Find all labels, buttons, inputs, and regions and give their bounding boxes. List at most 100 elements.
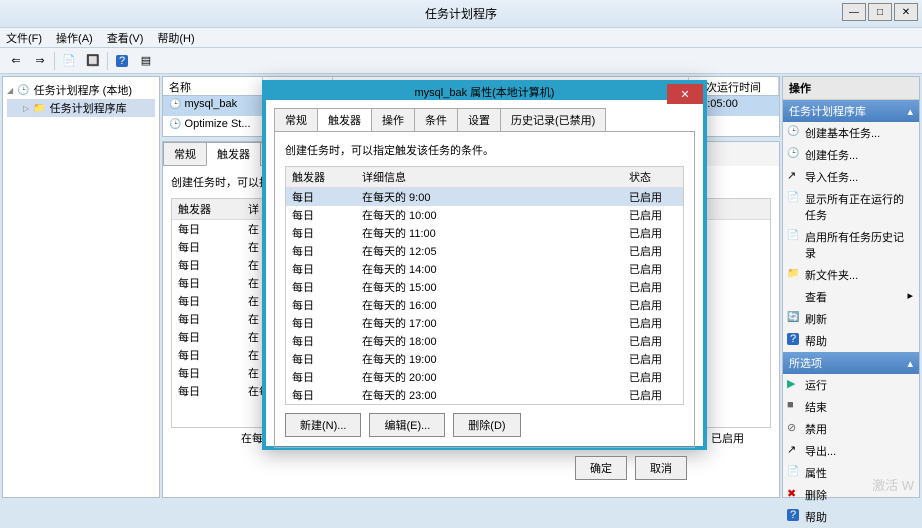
action-icon bbox=[787, 333, 799, 345]
dialog-title: mysql_bak 属性(本地计算机) bbox=[415, 84, 555, 100]
action-item[interactable]: 新文件夹... bbox=[783, 264, 919, 286]
tree-root-label: 任务计划程序 (本地) bbox=[34, 82, 132, 98]
action-item[interactable]: 结束 bbox=[783, 396, 919, 418]
new-trigger-button[interactable]: 新建(N)... bbox=[285, 413, 361, 437]
action-item[interactable]: 创建任务... bbox=[783, 144, 919, 166]
action-item[interactable]: 显示所有正在运行的任务 bbox=[783, 188, 919, 226]
col-state[interactable]: 状态 bbox=[623, 167, 683, 188]
expand-icon[interactable]: ◢ bbox=[7, 86, 13, 95]
action-icon bbox=[787, 377, 799, 389]
table-row[interactable]: 每日在每天的 11:00已启用 bbox=[286, 224, 683, 242]
col-name[interactable]: 名称 bbox=[163, 77, 263, 95]
menubar: 文件(F) 操作(A) 查看(V) 帮助(H) bbox=[0, 28, 922, 48]
action-icon bbox=[787, 169, 799, 181]
action-icon bbox=[787, 311, 799, 323]
col-detail[interactable]: 详细信息 bbox=[356, 167, 623, 188]
collapse-icon[interactable]: ▴ bbox=[907, 105, 913, 118]
action-icon bbox=[787, 147, 799, 159]
action-item[interactable]: 帮助 bbox=[783, 330, 919, 352]
window-title: 任务计划程序 bbox=[425, 5, 497, 22]
navigation-tree: ◢ 任务计划程序 (本地) ▷ 任务计划程序库 bbox=[2, 76, 160, 498]
dialog-triggers-table: 触发器 详细信息 状态 每日在每天的 9:00已启用每日在每天的 10:00已启… bbox=[286, 167, 683, 404]
table-row[interactable]: 每日在每天的 14:00已启用 bbox=[286, 260, 683, 278]
action-item[interactable]: 查看 ▸ bbox=[783, 286, 919, 308]
action-pane-title: 操作 bbox=[783, 77, 919, 100]
menu-file[interactable]: 文件(F) bbox=[6, 30, 42, 46]
expand-icon[interactable]: ▷ bbox=[23, 104, 29, 113]
action-icon bbox=[787, 465, 799, 477]
cancel-button[interactable]: 取消 bbox=[635, 456, 687, 480]
minimize-button[interactable]: — bbox=[842, 3, 866, 21]
action-item[interactable]: 导出... bbox=[783, 440, 919, 462]
new-task-icon[interactable]: 📄 bbox=[59, 51, 79, 71]
action-icon bbox=[787, 443, 799, 455]
action-group-library[interactable]: 任务计划程序库▴ bbox=[783, 100, 919, 122]
collapse-icon[interactable]: ▴ bbox=[907, 357, 913, 370]
table-row[interactable]: 每日在每天的 23:00已启用 bbox=[286, 386, 683, 404]
action-icon bbox=[787, 191, 799, 203]
tab-conditions[interactable]: 条件 bbox=[414, 108, 458, 132]
table-row[interactable]: 每日在每天的 20:00已启用 bbox=[286, 368, 683, 386]
tree-library-label: 任务计划程序库 bbox=[50, 100, 127, 116]
dialog-close-button[interactable]: ✕ bbox=[667, 84, 703, 104]
dialog-titlebar[interactable]: mysql_bak 属性(本地计算机) ✕ bbox=[266, 84, 703, 100]
delete-trigger-button[interactable]: 删除(D) bbox=[453, 413, 520, 437]
ok-button[interactable]: 确定 bbox=[575, 456, 627, 480]
action-item[interactable]: 启用所有任务历史记录 bbox=[783, 226, 919, 264]
table-row[interactable]: 每日在每天的 10:00已启用 bbox=[286, 206, 683, 224]
dialog-tabs: 常规 触发器 操作 条件 设置 历史记录(已禁用) bbox=[274, 108, 695, 132]
action-icon bbox=[787, 399, 799, 411]
maximize-button[interactable]: □ bbox=[868, 3, 892, 21]
tree-root[interactable]: ◢ 任务计划程序 (本地) bbox=[7, 81, 155, 99]
col-trigger[interactable]: 触发器 bbox=[286, 167, 356, 188]
table-row[interactable]: 每日在每天的 9:00已启用 bbox=[286, 188, 683, 207]
action-icon bbox=[787, 509, 799, 521]
action-pane: 操作 任务计划程序库▴ 创建基本任务...创建任务...导入任务...显示所有正… bbox=[782, 76, 920, 498]
menu-help[interactable]: 帮助(H) bbox=[157, 30, 194, 46]
panel-toggle-icon[interactable]: ▤ bbox=[136, 51, 156, 71]
tab-history[interactable]: 历史记录(已禁用) bbox=[500, 108, 606, 132]
tab-settings[interactable]: 设置 bbox=[457, 108, 501, 132]
table-row[interactable]: 每日在每天的 15:00已启用 bbox=[286, 278, 683, 296]
tab-general[interactable]: 常规 bbox=[163, 142, 207, 166]
table-row[interactable]: 每日在每天的 19:00已启用 bbox=[286, 350, 683, 368]
table-row[interactable]: 每日在每天的 18:00已启用 bbox=[286, 332, 683, 350]
back-button[interactable]: ⇐ bbox=[6, 51, 26, 71]
action-icon bbox=[787, 289, 799, 301]
action-icon bbox=[787, 125, 799, 137]
table-row[interactable]: 每日在每天的 17:00已启用 bbox=[286, 314, 683, 332]
action-item[interactable]: 禁用 bbox=[783, 418, 919, 440]
tab-actions[interactable]: 操作 bbox=[371, 108, 415, 132]
action-icon bbox=[787, 421, 799, 433]
edit-trigger-button[interactable]: 编辑(E)... bbox=[369, 413, 445, 437]
action-item[interactable]: 帮助 bbox=[783, 506, 919, 528]
toolbar: ⇐ ⇒ 📄 🔲 ▤ bbox=[0, 48, 922, 74]
scheduler-icon bbox=[17, 84, 29, 96]
tab-triggers[interactable]: 触发器 bbox=[206, 142, 261, 166]
refresh-icon[interactable]: 🔲 bbox=[83, 51, 103, 71]
action-group-selection[interactable]: 所选项▴ bbox=[783, 352, 919, 374]
action-item[interactable]: 导入任务... bbox=[783, 166, 919, 188]
window-titlebar: 任务计划程序 — □ ✕ bbox=[0, 0, 922, 28]
menu-view[interactable]: 查看(V) bbox=[107, 30, 144, 46]
help-icon[interactable] bbox=[112, 51, 132, 71]
action-item[interactable]: 刷新 bbox=[783, 308, 919, 330]
task-icon bbox=[169, 118, 181, 130]
table-row[interactable]: 每日在每天的 16:00已启用 bbox=[286, 296, 683, 314]
properties-dialog: mysql_bak 属性(本地计算机) ✕ 常规 触发器 操作 条件 设置 历史… bbox=[262, 80, 707, 450]
dialog-triggers-desc: 创建任务时，可以指定触发该任务的条件。 bbox=[285, 142, 684, 158]
forward-button[interactable]: ⇒ bbox=[30, 51, 50, 71]
tree-library[interactable]: ▷ 任务计划程序库 bbox=[7, 99, 155, 117]
tab-triggers[interactable]: 触发器 bbox=[317, 108, 372, 132]
task-icon bbox=[169, 98, 181, 110]
action-icon bbox=[787, 267, 799, 279]
action-item[interactable]: 运行 bbox=[783, 374, 919, 396]
action-icon bbox=[787, 229, 799, 241]
tab-general[interactable]: 常规 bbox=[274, 108, 318, 132]
action-item[interactable]: 创建基本任务... bbox=[783, 122, 919, 144]
table-row[interactable]: 每日在每天的 12:05已启用 bbox=[286, 242, 683, 260]
watermark: 激活 W bbox=[872, 475, 914, 494]
close-button[interactable]: ✕ bbox=[894, 3, 918, 21]
folder-icon bbox=[33, 102, 45, 114]
menu-action[interactable]: 操作(A) bbox=[56, 30, 93, 46]
